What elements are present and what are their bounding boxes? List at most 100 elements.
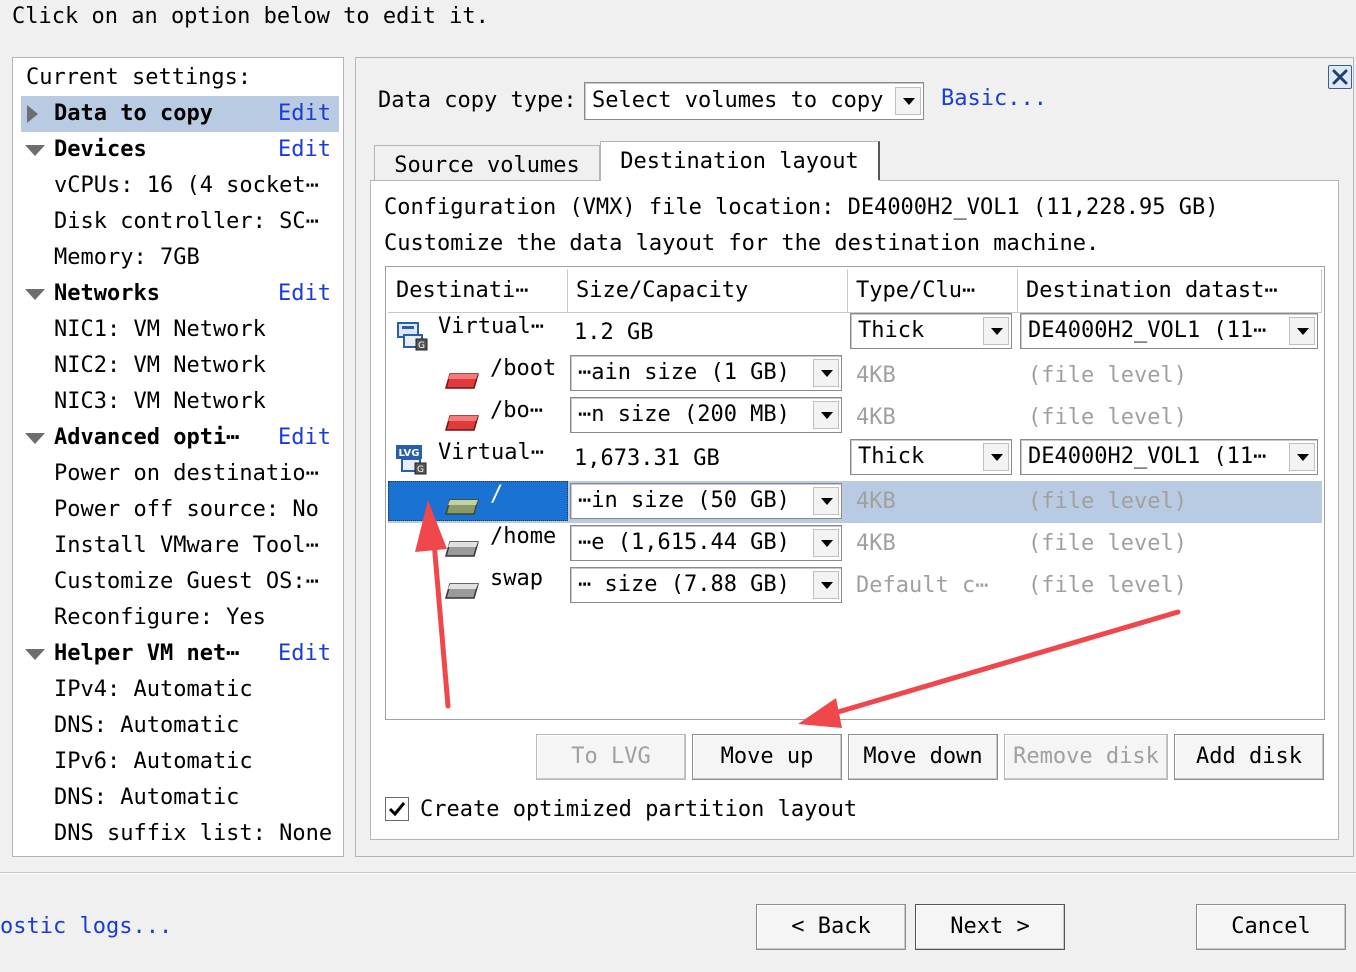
checkmark-icon (388, 802, 406, 817)
size-value: ⋯e (1,615.44 GB) (578, 530, 790, 555)
partition-icon (444, 581, 480, 606)
setting-item[interactable]: IPv4: Automatic (54, 672, 253, 708)
datastore-value: (file level) (1028, 363, 1187, 388)
svg-text:G: G (418, 341, 425, 351)
move-up-button[interactable]: Move up (692, 734, 842, 780)
size-value: ⋯ size (7.88 GB) (578, 572, 790, 597)
column-header-destination[interactable]: Destinati⋯ (388, 269, 568, 313)
destination-name: /home (490, 524, 557, 549)
size-select[interactable]: ⋯e (1,615.44 GB) (570, 525, 842, 561)
chevron-down-icon[interactable] (813, 529, 839, 557)
collapse-arrow-icon[interactable] (25, 289, 45, 300)
edit-link-devices[interactable]: Edit (278, 132, 331, 168)
chevron-down-icon[interactable] (983, 317, 1009, 345)
setting-item[interactable]: DNS: Automatic (54, 780, 239, 816)
edit-link-data-to-copy[interactable]: Edit (278, 96, 331, 132)
setting-item[interactable]: Install VMware Tool⋯ (54, 528, 319, 564)
setting-item[interactable]: DNS: Automatic (54, 708, 239, 744)
config-location-text: Configuration (VMX) file location: DE400… (384, 195, 1219, 220)
section-networks[interactable]: Networks Edit (21, 276, 339, 312)
move-down-button[interactable]: Move down (848, 734, 998, 780)
chevron-down-icon[interactable] (895, 87, 921, 115)
setting-item[interactable]: vCPUs: 16 (4 socket⋯ (54, 168, 319, 204)
setting-item[interactable]: Power off source: No (54, 492, 319, 528)
destination-name: / (490, 482, 504, 507)
instruction-text: Click on an option below to edit it. (12, 4, 489, 29)
section-data-to-copy[interactable]: Data to copy Edit (21, 96, 339, 132)
tab-destination-layout[interactable]: Destination layout (600, 141, 880, 185)
setting-item[interactable]: NIC1: VM Network (54, 312, 266, 348)
setting-item[interactable]: Power on destinatio⋯ (54, 456, 319, 492)
diagnostic-logs-link[interactable]: ostic logs... (0, 912, 172, 942)
chevron-down-icon[interactable] (813, 401, 839, 429)
section-helper-vm-network[interactable]: Helper VM net⋯ Edit (21, 636, 339, 672)
setting-item[interactable]: Memory: 7GB (54, 240, 200, 276)
chevron-down-icon[interactable] (1289, 317, 1315, 345)
setting-item[interactable]: DNS suffix list: None (54, 816, 332, 852)
collapse-arrow-icon[interactable] (25, 433, 45, 444)
basic-link[interactable]: Basic... (941, 84, 1047, 114)
collapse-arrow-icon[interactable] (25, 145, 45, 156)
tab-source-volumes[interactable]: Source volumes (374, 145, 600, 185)
setting-item[interactable]: Customize Guest OS:⋯ (54, 564, 319, 600)
size-select[interactable]: ⋯ain size (1 GB) (570, 355, 842, 391)
svg-text:G: G (417, 465, 424, 475)
destination-name: /bo⋯ (490, 398, 543, 423)
optimized-layout-checkbox[interactable] (385, 797, 409, 821)
type-select[interactable]: Thick (850, 313, 1012, 349)
section-heading: Advanced opti⋯ (54, 425, 240, 450)
section-heading: Helper VM net⋯ (54, 641, 240, 666)
next-button[interactable]: Next > (915, 904, 1065, 950)
chevron-down-icon[interactable] (813, 359, 839, 387)
size-select[interactable]: ⋯in size (50 GB) (570, 483, 842, 519)
chevron-down-icon[interactable] (813, 571, 839, 599)
current-settings-panel: Current settings: Data to copy Edit Devi… (12, 57, 344, 857)
column-header-datastore[interactable]: Destination datast⋯ (1018, 269, 1322, 313)
expand-arrow-icon[interactable] (27, 105, 38, 123)
section-advanced-options[interactable]: Advanced opti⋯ Edit (21, 420, 339, 456)
datastore-select[interactable]: DE4000H2_VOL1 (11⋯ (1020, 439, 1318, 475)
chevron-down-icon[interactable] (813, 487, 839, 515)
section-devices[interactable]: Devices Edit (21, 132, 339, 168)
data-copy-type-select[interactable]: Select volumes to copy (584, 82, 924, 120)
setting-item[interactable]: Reconfigure: Yes (54, 600, 266, 636)
setting-item[interactable]: Disk controller: SC⋯ (54, 204, 319, 240)
edit-link-helper-vm[interactable]: Edit (278, 636, 331, 672)
type-value: Thick (858, 444, 925, 469)
back-button[interactable]: < Back (756, 904, 906, 950)
destination-name: swap (490, 566, 543, 591)
edit-link-networks[interactable]: Edit (278, 276, 331, 312)
type-value: 4KB (856, 363, 896, 388)
add-disk-button[interactable]: Add disk (1174, 734, 1324, 780)
partition-icon (444, 539, 480, 564)
size-select[interactable]: ⋯n size (200 MB) (570, 397, 842, 433)
close-icon[interactable] (1328, 65, 1352, 89)
size-select[interactable]: ⋯ size (7.88 GB) (570, 567, 842, 603)
optimized-layout-label[interactable]: Create optimized partition layout (420, 796, 857, 824)
chevron-down-icon[interactable] (983, 443, 1009, 471)
column-header-size[interactable]: Size/Capacity (568, 269, 848, 313)
to-lvg-button[interactable]: To LVG (536, 734, 686, 780)
data-copy-type-label: Data copy type: (378, 88, 577, 113)
edit-link-advanced[interactable]: Edit (278, 420, 331, 456)
datastore-select[interactable]: DE4000H2_VOL1 (11⋯ (1020, 313, 1318, 349)
type-select[interactable]: Thick (850, 439, 1012, 475)
setting-item[interactable]: NIC3: VM Network (54, 384, 266, 420)
type-value: Default c⋯ (856, 573, 989, 598)
datastore-value: DE4000H2_VOL1 (11⋯ (1028, 444, 1267, 469)
cancel-button[interactable]: Cancel (1196, 904, 1346, 950)
lvg-disk-icon: LVG G (394, 443, 430, 481)
current-settings-title: Current settings: (26, 65, 252, 90)
size-value: ⋯ain size (1 GB) (578, 360, 790, 385)
size-value: ⋯n size (200 MB) (578, 402, 790, 427)
column-header-type[interactable]: Type/Clu⋯ (848, 269, 1018, 313)
type-value: 4KB (856, 489, 896, 514)
chevron-down-icon[interactable] (1289, 443, 1315, 471)
size-value: ⋯in size (50 GB) (578, 488, 790, 513)
collapse-arrow-icon[interactable] (25, 649, 45, 660)
destination-layout-table: Destinati⋯ Size/Capacity Type/Clu⋯ Desti… (385, 266, 1325, 720)
setting-item[interactable]: NIC2: VM Network (54, 348, 266, 384)
setting-item[interactable]: IPv6: Automatic (54, 744, 253, 780)
remove-disk-button[interactable]: Remove disk (1004, 734, 1168, 780)
destination-name: /boot (490, 356, 557, 381)
